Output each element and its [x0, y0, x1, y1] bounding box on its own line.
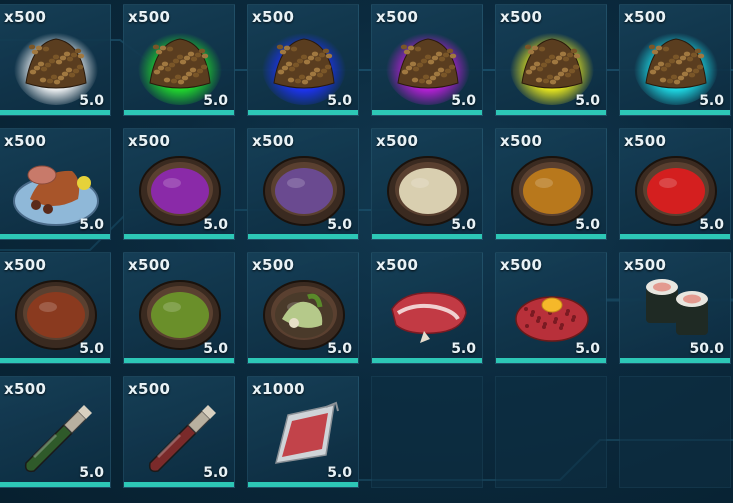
item-weight: 5.0	[79, 465, 104, 481]
inventory-slot[interactable]: x500 5.0	[247, 128, 359, 240]
item-quantity: x500	[376, 256, 419, 274]
inventory-slot[interactable]: x500 5.0	[123, 376, 235, 488]
inventory-slot[interactable]: x500 5.0	[495, 252, 607, 364]
slot-spoil-bar	[372, 234, 482, 239]
item-weight: 5.0	[79, 93, 104, 109]
item-weight: 5.0	[451, 341, 476, 357]
slot-spoil-bar	[372, 358, 482, 363]
inventory-slot[interactable]: x500 5.0	[247, 252, 359, 364]
item-quantity: x500	[128, 256, 171, 274]
inventory-slot[interactable]: x500 5.0	[371, 252, 483, 364]
inventory-slot[interactable]: x500 5.0	[0, 252, 111, 364]
item-quantity: x1000	[252, 380, 305, 398]
slot-spoil-bar	[0, 482, 110, 487]
item-weight: 5.0	[327, 93, 352, 109]
item-weight: 5.0	[575, 93, 600, 109]
inventory-slot[interactable]: x500 5.0	[123, 252, 235, 364]
item-quantity: x500	[128, 132, 171, 150]
inventory-slot[interactable]: x500 5.0	[0, 4, 111, 116]
slot-spoil-bar	[124, 110, 234, 115]
slot-spoil-bar	[248, 110, 358, 115]
item-weight: 5.0	[79, 341, 104, 357]
inventory-slot[interactable]: x500 5.0	[123, 4, 235, 116]
slot-spoil-bar	[248, 358, 358, 363]
item-quantity: x500	[500, 256, 543, 274]
item-weight: 50.0	[689, 341, 724, 357]
item-quantity: x500	[624, 256, 667, 274]
item-weight: 5.0	[327, 465, 352, 481]
slot-spoil-bar	[620, 234, 730, 239]
slot-spoil-bar	[248, 482, 358, 487]
item-weight: 5.0	[451, 217, 476, 233]
slot-spoil-bar	[0, 110, 110, 115]
slot-spoil-bar	[620, 110, 730, 115]
inventory-grid: x500 5.0 x500 5.0 x500 5.0 x500 5.0 x500 5.0 x500 5…	[0, 0, 733, 503]
item-weight: 5.0	[79, 217, 104, 233]
slot-spoil-bar	[124, 482, 234, 487]
inventory-slot[interactable]: x500 5.0	[371, 4, 483, 116]
item-quantity: x500	[128, 8, 171, 26]
item-quantity: x500	[4, 8, 47, 26]
item-quantity: x500	[128, 380, 171, 398]
slot-spoil-bar	[496, 234, 606, 239]
item-quantity: x500	[376, 132, 419, 150]
item-quantity: x500	[376, 8, 419, 26]
item-quantity: x500	[252, 132, 295, 150]
slot-spoil-bar	[620, 358, 730, 363]
slot-spoil-bar	[496, 358, 606, 363]
item-quantity: x500	[252, 8, 295, 26]
inventory-slot[interactable]: x500 5.0	[0, 128, 111, 240]
item-weight: 5.0	[451, 93, 476, 109]
inventory-slot[interactable]: x500 5.0	[247, 4, 359, 116]
item-weight: 5.0	[203, 93, 228, 109]
item-quantity: x500	[252, 256, 295, 274]
item-quantity: x500	[624, 132, 667, 150]
item-weight: 5.0	[575, 217, 600, 233]
empty-inventory-slot[interactable]	[495, 376, 607, 488]
inventory-slot[interactable]: x500 5.0	[495, 128, 607, 240]
inventory-slot[interactable]: x500 50.0	[619, 252, 731, 364]
item-quantity: x500	[500, 8, 543, 26]
slot-spoil-bar	[372, 110, 482, 115]
item-weight: 5.0	[327, 217, 352, 233]
item-weight: 5.0	[699, 93, 724, 109]
item-quantity: x500	[500, 132, 543, 150]
slot-spoil-bar	[0, 358, 110, 363]
item-quantity: x500	[624, 8, 667, 26]
inventory-slot[interactable]: x500 5.0	[371, 128, 483, 240]
item-weight: 5.0	[575, 341, 600, 357]
item-weight: 5.0	[203, 465, 228, 481]
slot-spoil-bar	[124, 234, 234, 239]
slot-spoil-bar	[124, 358, 234, 363]
slot-spoil-bar	[496, 110, 606, 115]
item-weight: 5.0	[699, 217, 724, 233]
item-quantity: x500	[4, 380, 47, 398]
inventory-slot[interactable]: x500 5.0	[619, 128, 731, 240]
item-weight: 5.0	[327, 341, 352, 357]
empty-inventory-slot[interactable]	[619, 376, 731, 488]
inventory-slot[interactable]: x500 5.0	[619, 4, 731, 116]
inventory-slot[interactable]: x1000 5.0	[247, 376, 359, 488]
item-weight: 5.0	[203, 217, 228, 233]
slot-spoil-bar	[0, 234, 110, 239]
empty-inventory-slot[interactable]	[371, 376, 483, 488]
inventory-slot[interactable]: x500 5.0	[123, 128, 235, 240]
item-quantity: x500	[4, 132, 47, 150]
inventory-slot[interactable]: x500 5.0	[0, 376, 111, 488]
slot-spoil-bar	[248, 234, 358, 239]
inventory-slot[interactable]: x500 5.0	[495, 4, 607, 116]
item-quantity: x500	[4, 256, 47, 274]
item-weight: 5.0	[203, 341, 228, 357]
